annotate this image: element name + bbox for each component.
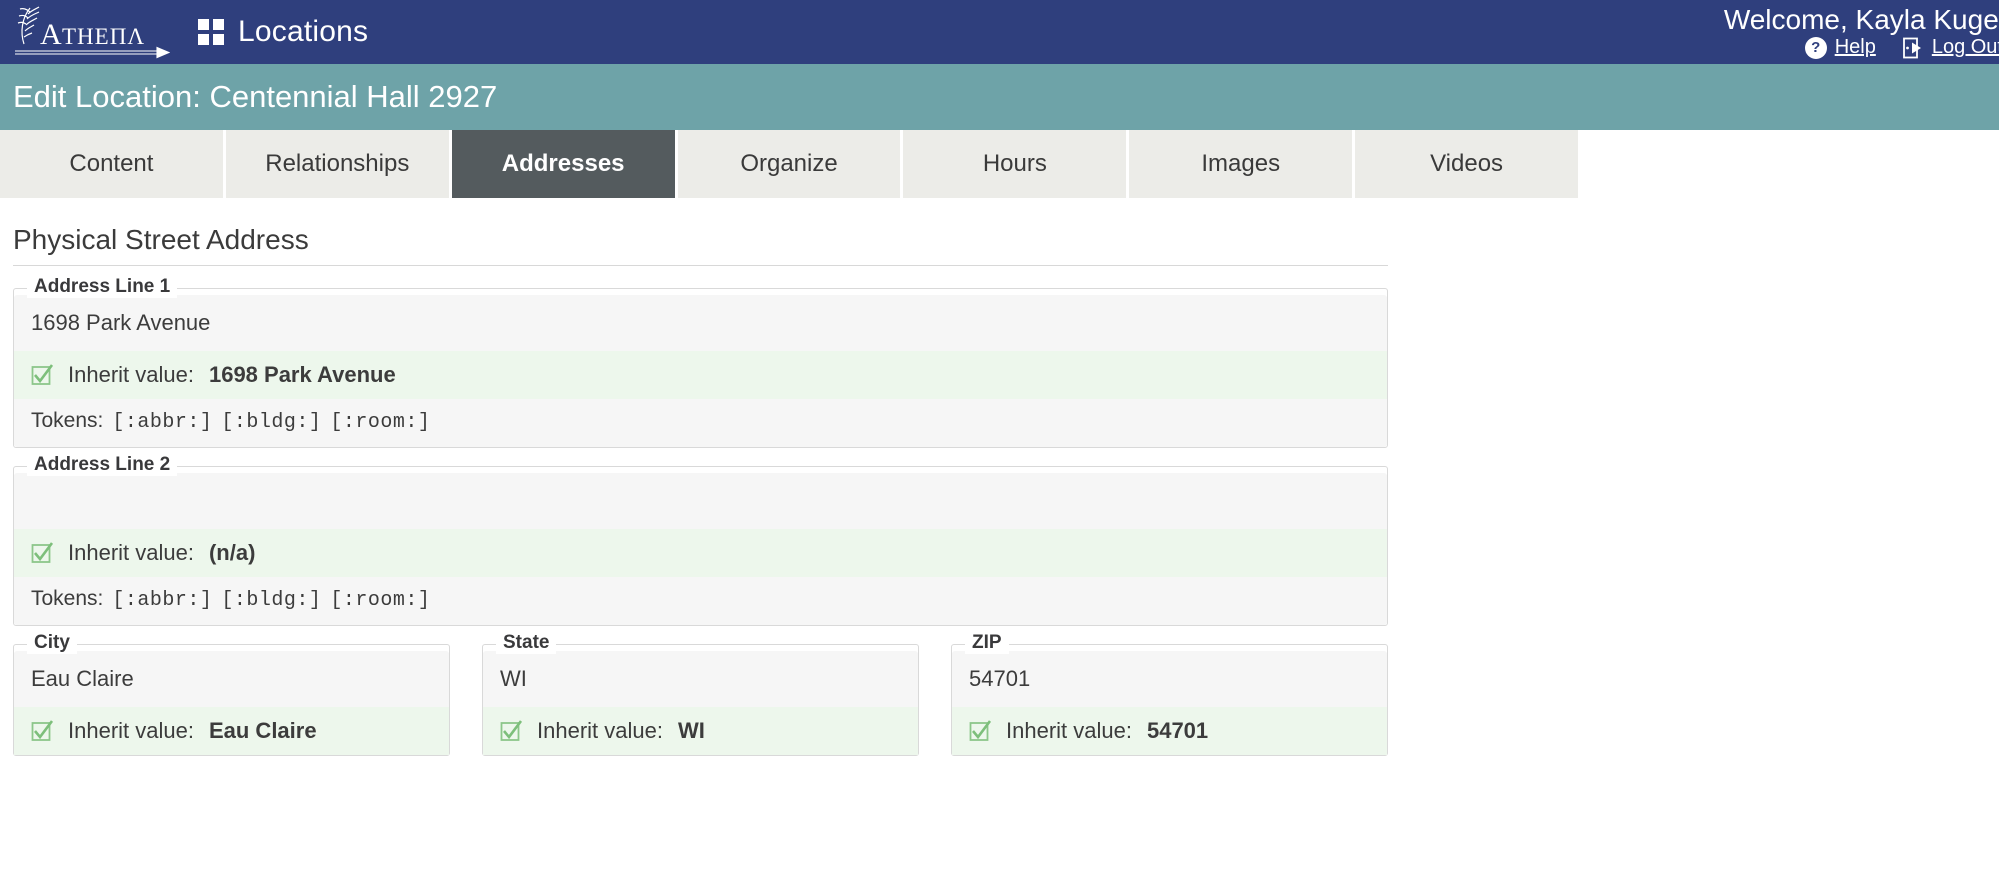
state-legend: State: [496, 632, 557, 654]
logout-link[interactable]: Log Out: [1902, 36, 1999, 59]
checkbox-checked-icon[interactable]: [31, 720, 53, 742]
logout-door-icon: [1902, 37, 1924, 59]
svg-text:ΤΗΕΠΛ: ΤΗΕΠΛ: [62, 24, 145, 49]
address-line-1-input[interactable]: 1698 Park Avenue: [14, 295, 1387, 351]
utility-links: ? Help Log Out: [1804, 36, 1999, 59]
inherit-value: Eau Claire: [208, 718, 317, 743]
help-link-label: Help: [1834, 36, 1876, 59]
tab-bar: Content Relationships Addresses Organize…: [0, 130, 1579, 198]
tokens-label: Tokens:: [31, 409, 104, 432]
token-bldg[interactable]: [:bldg:]: [221, 589, 321, 612]
address-line-2-input[interactable]: [14, 473, 1387, 529]
question-mark-icon: ?: [1804, 36, 1827, 59]
inherit-label: Inherit value:: [537, 718, 663, 743]
city-input[interactable]: Eau Claire: [14, 651, 449, 707]
address-line-1-tokens-row: Tokens: [:abbr:] [:bldg:] [:room:]: [14, 399, 1387, 447]
inherit-value: WI: [677, 718, 705, 743]
addresses-panel: Physical Street Address Address Line 1 1…: [0, 198, 1999, 774]
address-line-2-inherit-row[interactable]: Inherit value: (n/a): [14, 529, 1387, 577]
address-line-1-legend: Address Line 1: [27, 276, 178, 298]
address-line-2-fieldset: Address Line 2 Inherit value: (n/a) Toke…: [13, 454, 1388, 626]
section-heading: Physical Street Address: [13, 224, 1388, 266]
address-line-1-inherit-row[interactable]: Inherit value: 1698 Park Avenue: [14, 351, 1387, 399]
inherit-label: Inherit value:: [1006, 718, 1132, 743]
inherit-label: Inherit value:: [68, 362, 194, 387]
svg-text:Α: Α: [40, 18, 62, 51]
state-inherit-row[interactable]: Inherit value: WI: [483, 707, 918, 755]
zip-input[interactable]: 54701: [952, 651, 1387, 707]
zip-inherit-row[interactable]: Inherit value: 54701: [952, 707, 1387, 755]
token-room[interactable]: [:room:]: [330, 411, 430, 434]
athena-logo[interactable]: Α ΤΗΕΠΛ: [10, 4, 170, 60]
token-abbr[interactable]: [:abbr:]: [112, 589, 212, 612]
inherit-label: Inherit value:: [68, 718, 194, 743]
city-legend: City: [27, 632, 77, 654]
top-navigation-bar: Α ΤΗΕΠΛ Locations Welcome, Kayla Kugel ?…: [0, 0, 1999, 64]
tokens-label: Tokens:: [31, 587, 104, 610]
app-section-header: Locations: [198, 15, 368, 49]
address-line-2-tokens-row: Tokens: [:abbr:] [:bldg:] [:room:]: [14, 577, 1387, 625]
state-fieldset: State WI Inherit value: WI: [482, 632, 919, 756]
tab-videos[interactable]: Videos: [1355, 130, 1579, 198]
tab-addresses[interactable]: Addresses: [451, 130, 678, 198]
user-utility-area: Welcome, Kayla Kugel ? Help Log Out: [1724, 0, 1999, 64]
grid-icon: [198, 19, 224, 45]
address-line-2-legend: Address Line 2: [27, 454, 178, 476]
city-inherit-row[interactable]: Inherit value: Eau Claire: [14, 707, 449, 755]
checkbox-checked-icon[interactable]: [500, 720, 522, 742]
address-line-1-fieldset: Address Line 1 1698 Park Avenue Inherit …: [13, 276, 1388, 448]
tab-relationships[interactable]: Relationships: [225, 130, 452, 198]
inherit-label: Inherit value:: [68, 540, 194, 565]
page-subheader-bar: Edit Location: Centennial Hall 2927: [0, 64, 1999, 130]
zip-fieldset: ZIP 54701 Inherit value: 54701: [951, 632, 1388, 756]
logout-link-label: Log Out: [1931, 36, 1999, 59]
tab-images[interactable]: Images: [1129, 130, 1356, 198]
tab-organize[interactable]: Organize: [677, 130, 904, 198]
page-title: Edit Location: Centennial Hall 2927: [13, 79, 498, 114]
token-room[interactable]: [:room:]: [330, 589, 430, 612]
app-title: Locations: [238, 15, 369, 48]
tab-hours[interactable]: Hours: [903, 130, 1130, 198]
city-state-zip-row: City Eau Claire Inherit value: Eau Clair…: [13, 632, 1388, 774]
help-link[interactable]: ? Help: [1804, 36, 1876, 59]
inherit-value: 54701: [1146, 718, 1209, 743]
state-input[interactable]: WI: [483, 651, 918, 707]
inherit-value: 1698 Park Avenue: [208, 362, 396, 387]
checkbox-checked-icon[interactable]: [969, 720, 991, 742]
token-bldg[interactable]: [:bldg:]: [221, 411, 321, 434]
inherit-value: (n/a): [208, 540, 256, 565]
checkbox-checked-icon[interactable]: [31, 542, 53, 564]
token-abbr[interactable]: [:abbr:]: [112, 411, 212, 434]
checkbox-checked-icon[interactable]: [31, 364, 53, 386]
zip-legend: ZIP: [965, 632, 1009, 654]
welcome-message: Welcome, Kayla Kugel: [1723, 3, 1999, 35]
tab-content[interactable]: Content: [0, 130, 226, 198]
city-fieldset: City Eau Claire Inherit value: Eau Clair…: [13, 632, 450, 756]
